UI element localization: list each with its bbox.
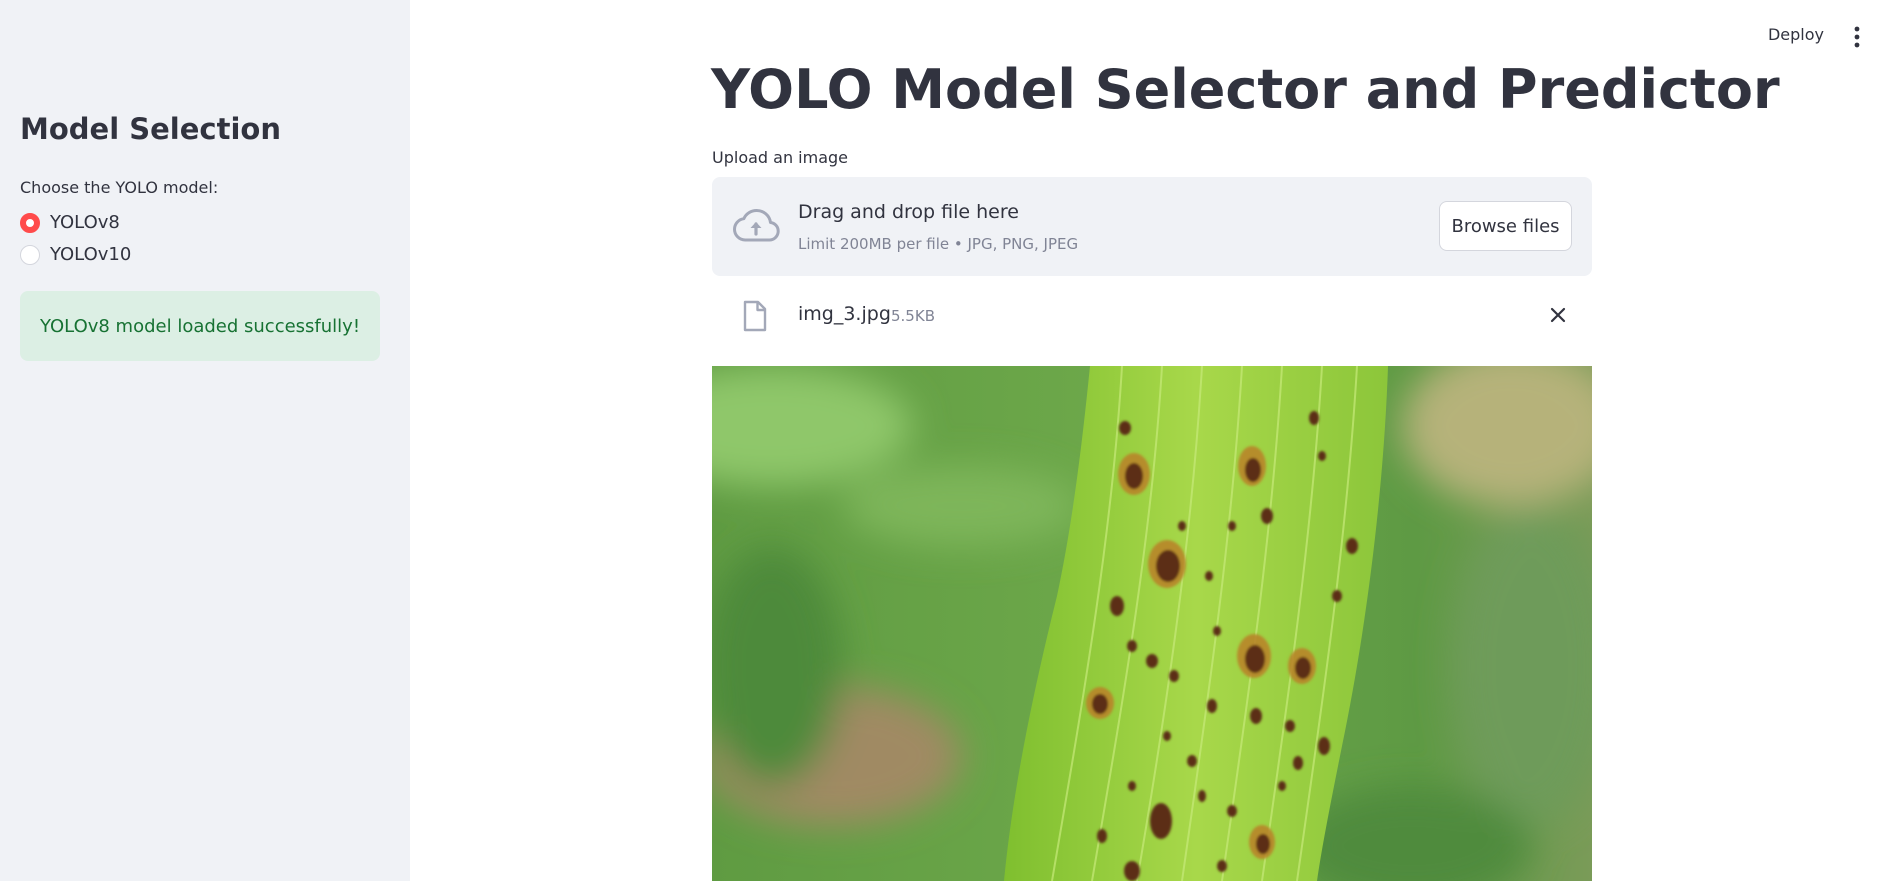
success-message: YOLOv8 model loaded successfully! — [40, 315, 361, 337]
cloud-upload-icon — [733, 209, 780, 242]
uploader-label: Upload an image — [712, 148, 849, 167]
model-radio-label: Choose the YOLO model: — [20, 178, 219, 197]
uploaded-file-row: img_3.jpg 5.5KB — [712, 290, 1592, 340]
vertical-dots-icon[interactable] — [1854, 26, 1860, 48]
file-icon — [743, 300, 767, 332]
file-size: 5.5KB — [891, 307, 935, 325]
uploaded-image-preview — [712, 366, 1592, 881]
app-root: Model Selection Choose the YOLO model: Y… — [0, 0, 1882, 881]
sidebar: Model Selection Choose the YOLO model: Y… — [0, 0, 410, 881]
radio-option-label: YOLOv10 — [50, 244, 132, 265]
dropzone-limit-text: Limit 200MB per file • JPG, PNG, JPEG — [798, 235, 1079, 253]
file-name: img_3.jpg — [798, 303, 891, 325]
page-title: YOLO Model Selector and Predictor — [711, 58, 1780, 121]
radio-selected-icon[interactable] — [20, 212, 40, 233]
leaf-image — [712, 366, 1592, 881]
deploy-button[interactable]: Deploy — [1768, 25, 1824, 44]
success-alert: YOLOv8 model loaded successfully! — [20, 291, 380, 361]
radio-unselected-icon[interactable] — [20, 244, 40, 265]
browse-files-button[interactable]: Browse files — [1439, 201, 1572, 251]
dropzone-title: Drag and drop file here — [798, 201, 1019, 223]
close-icon[interactable] — [1549, 306, 1567, 324]
radio-option-yolov10[interactable]: YOLOv10 — [20, 244, 131, 265]
sidebar-heading: Model Selection — [20, 112, 281, 146]
file-dropzone[interactable]: Drag and drop file here Limit 200MB per … — [712, 177, 1592, 276]
radio-option-label: YOLOv8 — [50, 212, 120, 233]
radio-option-yolov8[interactable]: YOLOv8 — [20, 212, 120, 233]
